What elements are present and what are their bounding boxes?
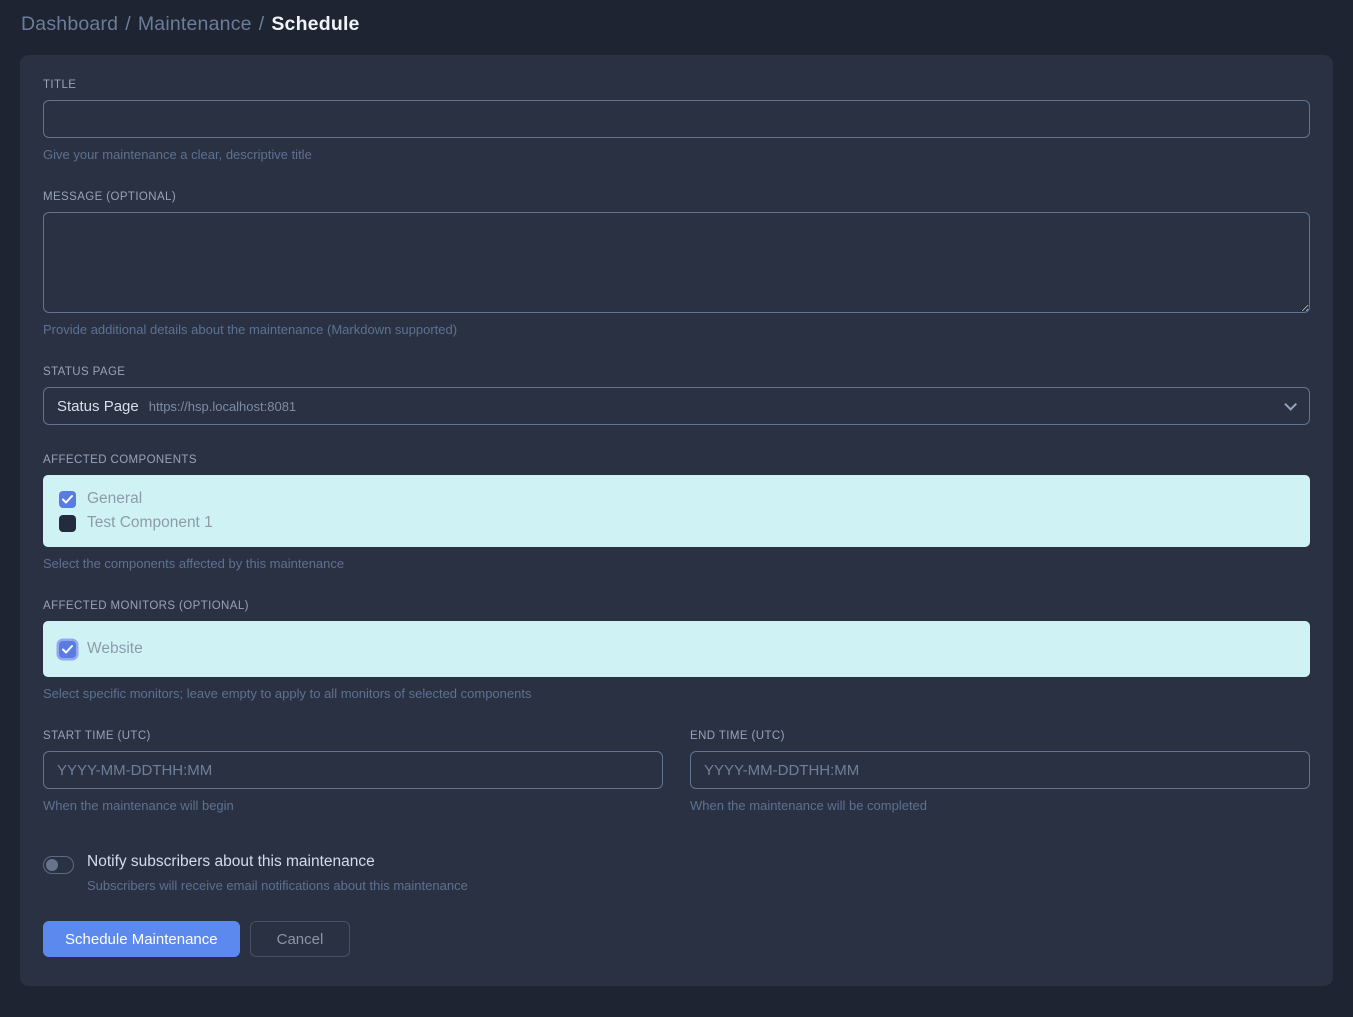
components-multiselect: General Test Component 1 (43, 475, 1310, 547)
affected-monitors-label: AFFECTED MONITORS (OPTIONAL) (43, 600, 1310, 612)
component-option-label: Test Component 1 (87, 514, 213, 532)
breadcrumb-separator: / (125, 13, 131, 35)
message-helper-text: Provide additional details about the mai… (43, 322, 1310, 337)
notify-subscribers-label: Notify subscribers about this maintenanc… (87, 853, 468, 871)
component-option-label: General (87, 490, 142, 508)
form-actions: Schedule Maintenance Cancel (43, 921, 1310, 957)
toggle-knob (46, 859, 58, 871)
title-field-group: TITLE Give your maintenance a clear, des… (43, 79, 1310, 162)
end-time-field-group: END TIME (UTC) When the maintenance will… (690, 730, 1310, 813)
affected-monitors-field-group: AFFECTED MONITORS (OPTIONAL) Website Sel… (43, 600, 1310, 701)
end-time-label: END TIME (UTC) (690, 730, 1310, 742)
status-page-label: STATUS PAGE (43, 366, 1310, 378)
checkbox-test-component-1[interactable] (59, 515, 76, 532)
checkbox-website[interactable] (59, 641, 76, 658)
checkbox-general[interactable] (59, 491, 76, 508)
breadcrumb: Dashboard / Maintenance / Schedule (0, 0, 1353, 51)
affected-components-field-group: AFFECTED COMPONENTS General Test Compone… (43, 454, 1310, 571)
checkmark-icon (62, 495, 73, 504)
start-time-field-group: START TIME (UTC) When the maintenance wi… (43, 730, 663, 813)
status-page-select[interactable]: Status Page https://hsp.localhost:8081 (43, 387, 1310, 425)
end-time-helper-text: When the maintenance will be completed (690, 798, 1310, 813)
title-input[interactable] (43, 100, 1310, 138)
notify-subscribers-row: Notify subscribers about this maintenanc… (43, 853, 1310, 893)
breadcrumb-maintenance[interactable]: Maintenance (138, 13, 252, 35)
start-time-helper-text: When the maintenance will begin (43, 798, 663, 813)
message-label: MESSAGE (OPTIONAL) (43, 191, 1310, 203)
component-option-general[interactable]: General (59, 487, 1294, 511)
time-fields-row: START TIME (UTC) When the maintenance wi… (43, 730, 1310, 813)
status-page-selected-url: https://hsp.localhost:8081 (149, 399, 296, 414)
affected-monitors-helper-text: Select specific monitors; leave empty to… (43, 686, 1310, 701)
breadcrumb-dashboard[interactable]: Dashboard (21, 13, 118, 35)
end-time-input[interactable] (690, 751, 1310, 789)
notify-subscribers-texts: Notify subscribers about this maintenanc… (87, 853, 468, 893)
notify-subscribers-toggle[interactable] (43, 856, 74, 874)
status-page-field-group: STATUS PAGE Status Page https://hsp.loca… (43, 366, 1310, 425)
checkmark-icon (62, 645, 73, 654)
breadcrumb-schedule: Schedule (271, 13, 359, 35)
status-page-selected-name: Status Page (57, 398, 139, 415)
title-helper-text: Give your maintenance a clear, descripti… (43, 147, 1310, 162)
cancel-button[interactable]: Cancel (250, 921, 351, 957)
affected-components-helper-text: Select the components affected by this m… (43, 556, 1310, 571)
title-label: TITLE (43, 79, 1310, 91)
monitor-option-website[interactable]: Website (59, 637, 1294, 661)
notify-subscribers-helper-text: Subscribers will receive email notificat… (87, 878, 468, 893)
start-time-input[interactable] (43, 751, 663, 789)
message-field-group: MESSAGE (OPTIONAL) Provide additional de… (43, 191, 1310, 337)
monitors-multiselect: Website (43, 621, 1310, 677)
schedule-maintenance-button[interactable]: Schedule Maintenance (43, 921, 240, 957)
chevron-down-icon (1284, 398, 1297, 411)
component-option-test-component-1[interactable]: Test Component 1 (59, 511, 1294, 535)
breadcrumb-separator: / (259, 13, 265, 35)
affected-components-label: AFFECTED COMPONENTS (43, 454, 1310, 466)
schedule-maintenance-form-card: TITLE Give your maintenance a clear, des… (20, 55, 1333, 986)
monitor-option-label: Website (87, 640, 143, 658)
message-textarea[interactable] (43, 212, 1310, 313)
start-time-label: START TIME (UTC) (43, 730, 663, 742)
